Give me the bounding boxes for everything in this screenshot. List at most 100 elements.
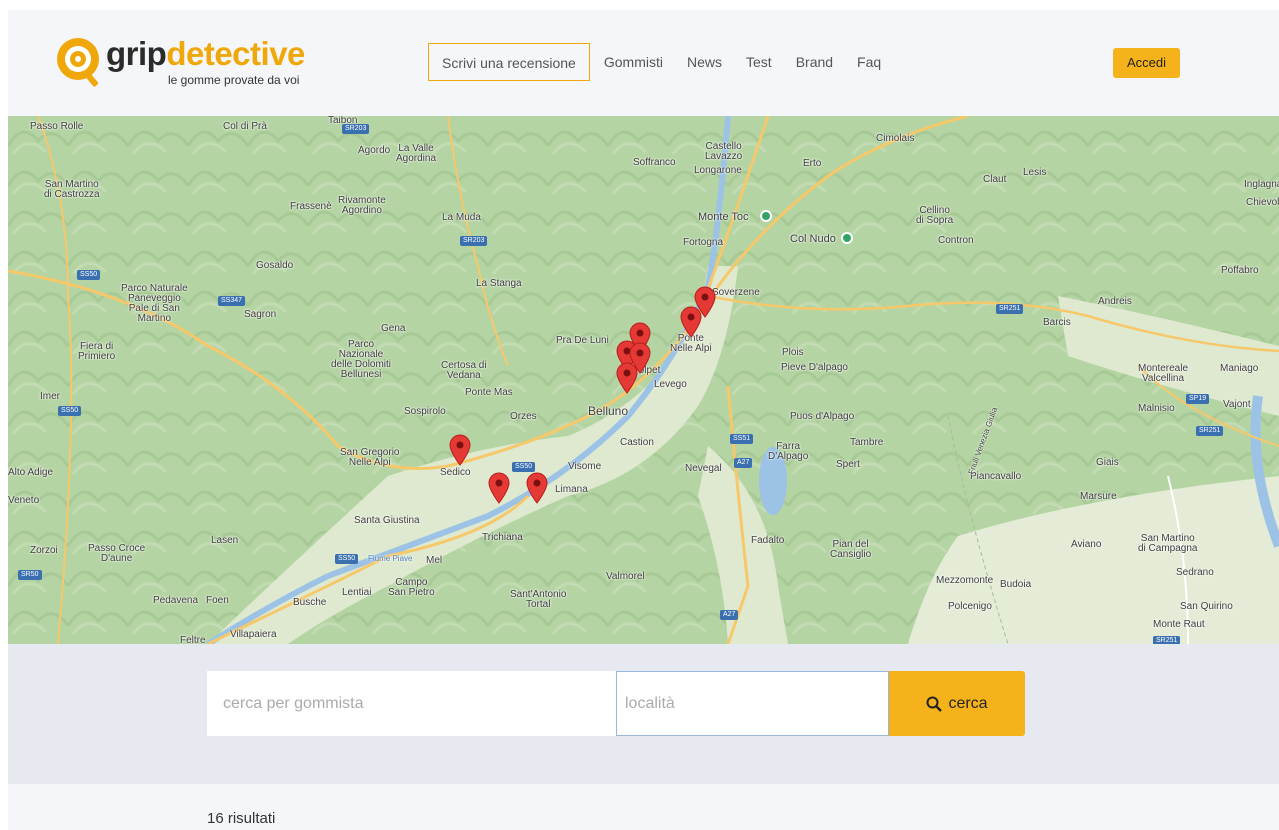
map-label: Giais [1096, 457, 1119, 468]
map-label: La Valle Agordina [396, 143, 437, 164]
search-icon [926, 696, 943, 712]
map-pin-icon[interactable] [616, 362, 638, 394]
road-badge: SS50 [58, 406, 82, 416]
map-label: Malnisio [1138, 403, 1175, 414]
map-label: Orzes [510, 411, 537, 422]
map-label: Claut [983, 174, 1007, 185]
map-label: Belluno [588, 404, 629, 418]
map-label: Polcenigo [948, 601, 992, 612]
map-label: Gosaldo [256, 260, 294, 271]
map-label: Fiera di Primiero [78, 341, 116, 362]
map-label: Erto [803, 158, 822, 169]
map-label: San Martino di Campagna [1138, 533, 1198, 554]
map-label: Campo San Pietro [388, 577, 435, 598]
map-label: Passo Croce D'aune [88, 543, 146, 564]
nav-news[interactable]: News [675, 43, 734, 81]
map-label: Certosa di Vedana [441, 360, 487, 381]
map-label: La Muda [442, 212, 481, 223]
map-label: Pra De Luni [556, 335, 609, 346]
tire-logo-icon [57, 38, 99, 87]
map-label: Sedrano [1176, 567, 1214, 578]
map-label: Parco Naturale Paneveggio Pale di San Ma… [121, 283, 188, 324]
site-header: gripdetective le gomme provate da voi Sc… [8, 10, 1279, 116]
road-badge: SS50 [512, 462, 536, 472]
map-label: Soffranco [633, 157, 676, 168]
map-view[interactable]: Passo Rolle Col di Prà Taibon Agordo La … [8, 116, 1279, 644]
logo-tagline: le gomme provate da voi [168, 73, 300, 87]
shop-search-input[interactable] [207, 671, 616, 736]
map-label: Montereale Valcellina [1138, 363, 1189, 384]
nav-test[interactable]: Test [734, 43, 784, 81]
map-label: Villapaiera [230, 629, 277, 640]
map-label: Cellino di Sopra [916, 205, 954, 226]
monte-toc-poi-icon[interactable] [760, 210, 772, 222]
main-nav: Scrivi una recensione Gommisti News Test… [428, 43, 893, 81]
map-label: Trichiana [482, 532, 523, 543]
map-pin-icon[interactable] [488, 472, 510, 504]
road-badge: SS51 [730, 434, 754, 444]
col-nudo-poi-icon[interactable] [841, 232, 853, 244]
map-label: Andreis [1098, 296, 1132, 307]
road-badge: SS347 [218, 296, 246, 306]
map-label: Feltre [180, 635, 206, 645]
map-label: Frassenè [290, 201, 332, 212]
map-label: Fiume Piave [368, 554, 413, 563]
road-badge: SS50 [335, 554, 359, 564]
location-input[interactable] [616, 671, 889, 736]
map-label: Levego [654, 379, 687, 390]
map-label: San Gregorio Nelle Alpi [340, 447, 400, 468]
map-label: Veneto [8, 495, 40, 506]
road-badge: SR251 [1196, 426, 1224, 436]
map-label: Longarone [694, 165, 742, 176]
map-label: Castello Lavazzo [705, 141, 743, 162]
map-label: Chievolis [1246, 197, 1279, 208]
search-button[interactable]: cerca [889, 671, 1025, 736]
map-label: Cimolais [876, 133, 915, 144]
logo-grip-text: grip [106, 35, 167, 72]
map-label: Gena [381, 323, 406, 334]
map-label: Sospirolo [404, 406, 446, 417]
map-label: Poffabro [1221, 265, 1259, 276]
nav-gommisti[interactable]: Gommisti [592, 43, 675, 81]
map-label: Col di Prà [223, 121, 267, 132]
map-label: Agordo [358, 145, 391, 156]
map-label: Pian del Cansiglio [830, 539, 872, 560]
map-label: Lasen [211, 535, 239, 546]
map-pin-icon[interactable] [680, 306, 702, 338]
map-label: Aviano [1071, 539, 1102, 550]
road-badge: SP19 [1186, 394, 1210, 404]
map-label: Imer [40, 391, 60, 402]
nav-write-review[interactable]: Scrivi una recensione [428, 43, 590, 81]
map-label: Sedico [440, 467, 471, 478]
search-bar: cerca [8, 644, 1279, 784]
map-label: Foen [206, 595, 229, 606]
map-label: Nevegal [685, 463, 722, 474]
map-label: Parco Nazionale delle Dolomiti Bellunesi [331, 339, 392, 380]
login-button[interactable]: Accedi [1113, 48, 1180, 78]
map-label: Sant'Antonio Tortal [510, 589, 567, 610]
map-label: Inglagna [1244, 179, 1279, 190]
map-label: San Quirino [1180, 601, 1233, 612]
nav-brand[interactable]: Brand [784, 43, 845, 81]
map-label: Plois [782, 347, 804, 358]
map-label: Ponte Mas [465, 387, 513, 398]
map-label: Spert [836, 459, 860, 470]
site-logo[interactable]: gripdetective le gomme provate da voi [56, 33, 316, 93]
map-label: Maniago [1220, 363, 1259, 374]
road-badge: SR50 [18, 570, 42, 580]
map-label: Soverzene [712, 287, 760, 298]
map-label: Col Nudo [790, 233, 836, 245]
map-label: Contron [938, 235, 974, 246]
map-label: Pieve D'alpago [781, 362, 848, 373]
map-pin-icon[interactable] [526, 472, 548, 504]
search-button-label: cerca [948, 694, 988, 712]
results-section: 16 risultati [8, 784, 1279, 830]
map-label: Vajont [1223, 399, 1251, 410]
map-label: Castion [620, 437, 654, 448]
nav-faq[interactable]: Faq [845, 43, 893, 81]
map-pin-icon[interactable] [449, 434, 471, 466]
map-label: Tambre [850, 437, 884, 448]
road-badge: SR251 [996, 304, 1024, 314]
road-badge: SS50 [77, 270, 101, 280]
map-label: Fadalto [751, 535, 785, 546]
